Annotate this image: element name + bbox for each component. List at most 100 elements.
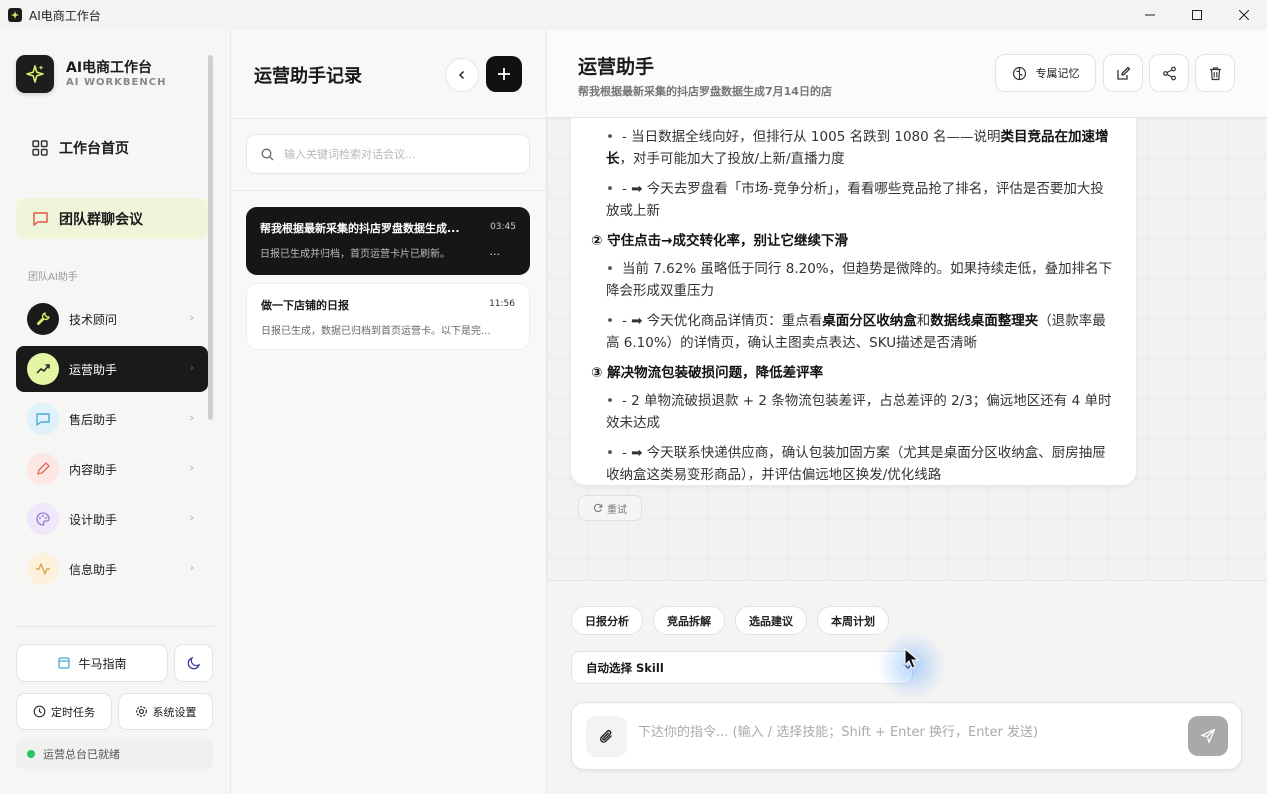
minimize-button[interactable] <box>1126 0 1173 30</box>
chat-header: 运营助手 帮我根据最新采集的抖店罗盘数据生成7月14日的店 专属记忆 <box>547 30 1267 118</box>
divider <box>16 626 215 627</box>
new-chat-button[interactable] <box>486 56 522 92</box>
nav-home-label: 工作台首页 <box>59 141 129 157</box>
book-icon <box>58 657 71 669</box>
section-label-assistants: 团队AI助手 <box>28 272 78 283</box>
assistant-message: • - 当日数据全线向好，但排行从 1005 名跌到 1080 名——说明类目竞品… <box>571 118 1136 485</box>
scheduled-tasks-label: 定时任务 <box>51 705 95 719</box>
divider <box>231 118 546 119</box>
chat-title: 运营助手 <box>578 56 655 78</box>
assistant-item-content[interactable]: 内容助手 › <box>16 446 208 492</box>
theme-toggle-button[interactable] <box>174 644 213 682</box>
record-time: 03:45 <box>490 222 516 232</box>
delete-button[interactable] <box>1195 54 1235 92</box>
skill-select[interactable]: 自动选择 Skill <box>571 651 913 684</box>
message-list: • - 当日数据全线向好，但排行从 1005 名跌到 1080 名——说明类目竞品… <box>547 118 1267 580</box>
quick-chips: 日报分析 竞品拆解 选品建议 本周计划 <box>571 606 899 635</box>
niuma-guide-label: 牛马指南 <box>78 656 127 671</box>
chip-weekly-plan[interactable]: 本周计划 <box>817 606 889 635</box>
message-bullet: • 当前 7.62% 虽略低于同行 8.20%，但趋势是微降的。如果持续走低，叠加… <box>606 261 1113 299</box>
history-record-active[interactable]: 帮我根据最新采集的抖店罗盘数据生成... 03:45 日报已生成并归档，首页运营… <box>246 207 530 275</box>
trend-up-icon <box>27 353 59 385</box>
brand: AI电商工作台 AI WORKBENCH <box>16 55 166 93</box>
gear-icon <box>135 706 147 717</box>
share-icon <box>1162 66 1176 80</box>
title-bar: AI电商工作台 <box>0 0 1267 30</box>
retry-button[interactable]: 重试 <box>578 495 642 521</box>
pen-icon <box>27 453 59 485</box>
chevron-left-icon <box>458 70 465 80</box>
message-input[interactable] <box>638 725 1158 740</box>
window-title: AI电商工作台 <box>29 8 101 23</box>
divider <box>231 190 546 191</box>
paperclip-icon <box>599 729 612 743</box>
skill-select-value: 自动选择 Skill <box>586 660 664 675</box>
assistant-label: 内容助手 <box>69 462 118 477</box>
edit-button[interactable] <box>1103 54 1143 92</box>
assistant-item-tech[interactable]: 技术顾问 › <box>16 296 208 342</box>
chevron-right-icon: › <box>189 411 194 424</box>
chip-daily-analysis[interactable]: 日报分析 <box>571 606 643 635</box>
app-logo-icon <box>8 8 22 22</box>
assistant-item-aftersales[interactable]: 售后助手 › <box>16 396 208 442</box>
memory-button[interactable]: 专属记忆 <box>995 54 1096 92</box>
chip-product-suggestion[interactable]: 选品建议 <box>735 606 807 635</box>
attach-button[interactable] <box>586 716 627 757</box>
sidebar-scrollbar[interactable] <box>208 55 213 420</box>
pulse-icon <box>27 553 59 585</box>
assistant-list: 技术顾问 › 运营助手 › 售后助手 › 内容助手 › 设计助手 › 信息助手 … <box>16 296 208 596</box>
assistant-item-ops[interactable]: 运营助手 › <box>16 346 208 392</box>
trash-icon <box>1209 66 1221 80</box>
message-bullet: • - ➡ 今天去罗盘看「市场-竞争分析」，看看哪些竞品抢了排名，评估是否要加大投… <box>606 181 1104 219</box>
niuma-guide-button[interactable]: 牛马指南 <box>16 644 168 682</box>
left-sidebar: AI电商工作台 AI WORKBENCH 工作台首页 团队群聊会议 团队AI助手… <box>0 30 231 794</box>
history-title: 运营助手记录 <box>254 66 362 87</box>
message-bullet: • - 2 单物流破损退款 + 2 条物流包装差评，占总差评的 2/3；偏远地区还… <box>606 393 1112 431</box>
status-dot-icon <box>27 750 35 758</box>
edit-icon <box>1116 66 1130 80</box>
record-title: 帮我根据最新采集的抖店罗盘数据生成... <box>260 222 460 235</box>
status-bar: 运营总台已就绪 <box>16 739 213 769</box>
chevron-right-icon: › <box>189 311 194 324</box>
settings-label: 系统设置 <box>152 705 197 719</box>
chat-subtitle: 帮我根据最新采集的抖店罗盘数据生成7月14日的店 <box>578 85 832 98</box>
share-button[interactable] <box>1149 54 1189 92</box>
scheduled-tasks-button[interactable]: 定时任务 <box>16 693 112 730</box>
message-bullet: • - 当日数据全线向好，但排行从 1005 名跌到 1080 名——说明类目竞品… <box>606 129 1109 167</box>
chevron-right-icon: › <box>189 361 194 374</box>
brand-logo-icon <box>16 55 54 93</box>
collapse-panel-button[interactable] <box>445 58 479 92</box>
brain-icon <box>1012 66 1026 80</box>
chevron-right-icon: › <box>189 511 194 524</box>
maximize-button[interactable] <box>1173 0 1220 30</box>
composer-area: 日报分析 竞品拆解 选品建议 本周计划 自动选择 Skill <box>547 580 1267 794</box>
close-window-button[interactable] <box>1220 0 1267 30</box>
nav-group-chat[interactable]: 团队群聊会议 <box>16 198 208 239</box>
message-heading: ② 守住点击→成交转化率，别让它继续下滑 <box>591 233 848 249</box>
history-search <box>246 134 530 174</box>
record-more-button[interactable]: ... <box>490 245 501 258</box>
brand-name: AI电商工作台 <box>66 59 153 76</box>
settings-button[interactable]: 系统设置 <box>118 693 213 730</box>
brand-subtitle: AI WORKBENCH <box>66 76 167 88</box>
history-search-input[interactable] <box>284 147 514 161</box>
chevron-right-icon: › <box>189 461 194 474</box>
message-square-icon <box>33 212 48 226</box>
clock-icon <box>33 705 46 718</box>
history-record[interactable]: 做一下店铺的日报 11:56 日报已生成，数据已归档到首页运营卡。以下是完... <box>246 283 530 350</box>
record-time: 11:56 <box>489 299 515 309</box>
chevron-right-icon: › <box>189 561 194 574</box>
chip-competitor-breakdown[interactable]: 竞品拆解 <box>653 606 725 635</box>
message-composer <box>571 702 1242 770</box>
assistant-item-info[interactable]: 信息助手 › <box>16 546 208 592</box>
assistant-label: 信息助手 <box>69 562 118 577</box>
send-button[interactable] <box>1188 716 1228 756</box>
palette-icon <box>27 503 59 535</box>
nav-group-chat-label: 团队群聊会议 <box>59 211 143 228</box>
nav-home[interactable]: 工作台首页 <box>16 130 208 166</box>
history-panel: 运营助手记录 帮我根据最新采集的抖店罗盘数据生成... 03:45 日报已生成并… <box>231 30 547 794</box>
plus-icon <box>498 68 510 80</box>
assistant-item-design[interactable]: 设计助手 › <box>16 496 208 542</box>
retry-label: 重试 <box>607 504 627 516</box>
assistant-label: 运营助手 <box>69 362 118 377</box>
